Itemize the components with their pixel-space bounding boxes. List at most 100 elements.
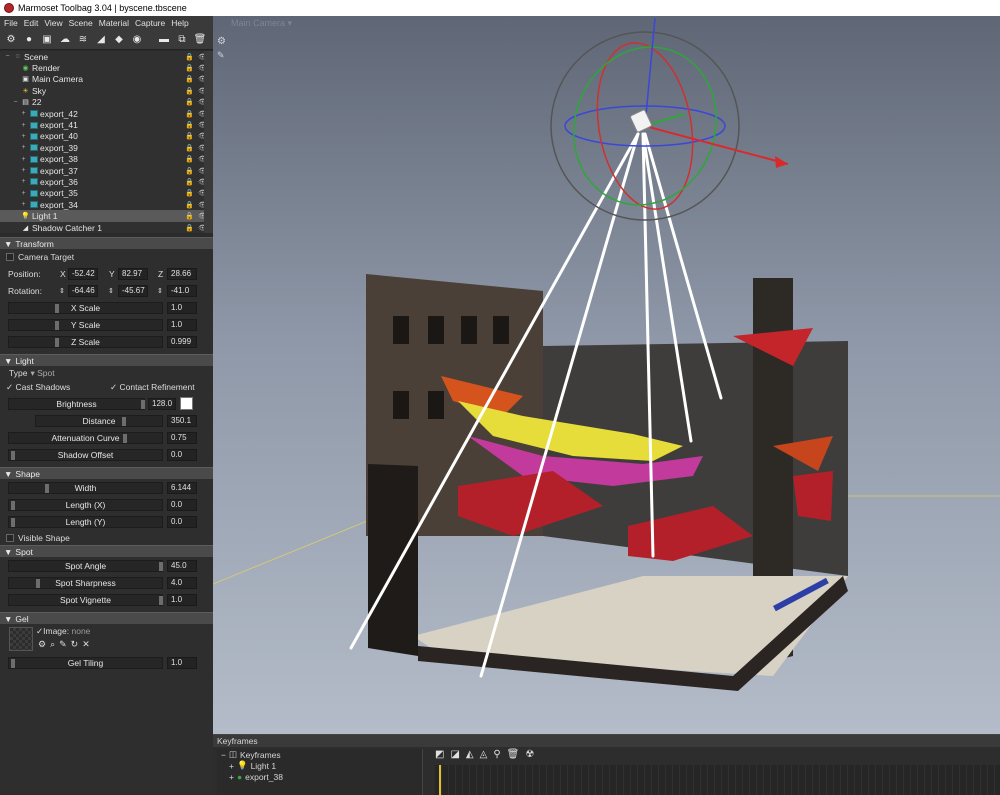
distance-knob[interactable] xyxy=(122,416,126,426)
camera-target-row[interactable]: Camera Target xyxy=(0,249,213,265)
folder-icon[interactable]: ▬ xyxy=(157,33,171,47)
lock-icon[interactable]: 🔒 xyxy=(185,110,194,118)
width-knob[interactable] xyxy=(45,483,49,493)
shadow-offset-slider[interactable]: Shadow Offset xyxy=(8,448,163,461)
spot-angle-value[interactable]: 45.0 xyxy=(167,559,197,572)
outliner-item[interactable]: − ▤ 22 🔒 👁 xyxy=(0,97,213,108)
section-light[interactable]: ▼ Light xyxy=(0,354,213,366)
brightness-value[interactable]: 128.0 xyxy=(148,397,176,410)
distance-slider[interactable]: Distance xyxy=(35,414,163,427)
length-x-knob[interactable] xyxy=(11,500,15,510)
spot-angle-slider[interactable]: Spot Angle xyxy=(8,559,163,572)
z-scale-value[interactable]: 0.999 xyxy=(167,335,197,348)
outliner-scrollbar[interactable] xyxy=(204,51,213,233)
lock-icon[interactable]: 🔒 xyxy=(185,64,194,72)
expand-icon[interactable]: + xyxy=(20,178,27,185)
attenuation-slider[interactable]: Attenuation Curve xyxy=(8,431,163,444)
section-gel[interactable]: ▼ Gel xyxy=(0,612,213,624)
length-y-slider[interactable]: Length (Y) xyxy=(8,515,163,528)
expand-icon[interactable]: + xyxy=(20,156,27,163)
x-scale-knob[interactable] xyxy=(55,303,59,313)
brightness-knob[interactable] xyxy=(141,399,145,409)
section-spot[interactable]: ▼ Spot xyxy=(0,545,213,557)
lock-icon[interactable]: 🔒 xyxy=(185,167,194,175)
rotation-z-field[interactable]: -41.0 xyxy=(167,284,197,297)
outliner-item[interactable]: 💡 Light 1 🔒 👁 xyxy=(0,210,213,222)
length-x-slider[interactable]: Length (X) xyxy=(8,498,163,511)
spot-vignette-slider[interactable]: Spot Vignette xyxy=(8,593,163,606)
viewport-wrench-icon[interactable]: ✎ xyxy=(217,50,225,61)
expand-icon[interactable]: − xyxy=(12,99,19,106)
trash-icon[interactable]: 🗑 xyxy=(507,749,520,760)
spot-sharpness-knob[interactable] xyxy=(36,578,40,588)
lock-icon[interactable]: 🔒 xyxy=(185,201,194,209)
attenuation-knob[interactable] xyxy=(123,433,127,443)
outliner-item[interactable]: + export_41 🔒 👁 xyxy=(0,119,213,130)
expand-icon[interactable]: + xyxy=(20,167,27,174)
expand-icon[interactable]: + xyxy=(20,122,27,129)
y-scale-value[interactable]: 1.0 xyxy=(167,318,197,331)
outliner-item[interactable]: − ◌ Scene 🔒 👁 xyxy=(0,51,213,62)
camera-dropdown[interactable]: Main Camera ▾ xyxy=(231,18,292,29)
lock-icon[interactable]: 🔒 xyxy=(185,189,194,197)
outliner-item[interactable]: + export_39 🔒 👁 xyxy=(0,142,213,153)
viewport-settings-icon[interactable]: ⚙ xyxy=(217,36,226,47)
y-scale-knob[interactable] xyxy=(55,320,59,330)
contact-refinement-checkbox[interactable]: ✓ Contact Refinement xyxy=(110,382,195,393)
wrench-icon[interactable]: ⚲ xyxy=(493,749,500,760)
menu-view[interactable]: View xyxy=(44,18,62,28)
gel-tiling-value[interactable]: 1.0 xyxy=(167,656,197,669)
lock-icon[interactable]: 🔒 xyxy=(185,144,194,152)
gel-thumbnail[interactable] xyxy=(9,627,33,651)
distance-value[interactable]: 350.1 xyxy=(167,414,197,427)
cast-shadows-checkbox[interactable]: ✓ Cast Shadows xyxy=(6,382,70,393)
menu-file[interactable]: File xyxy=(4,18,18,28)
timeline-track[interactable] xyxy=(435,765,1000,795)
outliner-item[interactable]: ◢ Shadow Catcher 1 🔒 👁 xyxy=(0,222,213,233)
keyframe-add-icon[interactable]: ◩ xyxy=(435,749,444,760)
menu-material[interactable]: Material xyxy=(99,18,129,28)
attenuation-value[interactable]: 0.75 xyxy=(167,431,197,444)
outliner-item[interactable]: + export_35 🔒 👁 xyxy=(0,188,213,199)
outliner-item[interactable]: + export_34 🔒 👁 xyxy=(0,199,213,210)
menu-edit[interactable]: Edit xyxy=(24,18,39,28)
width-value[interactable]: 6.144 xyxy=(167,481,197,494)
y-scale-slider[interactable]: Y Scale xyxy=(8,318,163,331)
lock-icon[interactable]: 🔒 xyxy=(185,121,194,129)
expand-icon[interactable]: − xyxy=(4,53,11,60)
camera-target-checkbox[interactable] xyxy=(6,253,14,261)
spot-vignette-knob[interactable] xyxy=(159,595,163,605)
refresh-icon[interactable]: ↻ xyxy=(71,639,79,650)
keyframe-ease-icon[interactable]: ◭ xyxy=(466,749,474,760)
menu-help[interactable]: Help xyxy=(171,18,188,28)
outliner-item[interactable]: ▣ Main Camera 🔒 👁 xyxy=(0,74,213,85)
expand-icon[interactable]: + xyxy=(20,110,27,117)
position-x-field[interactable]: -52.42 xyxy=(68,267,98,280)
lock-icon[interactable]: 🔒 xyxy=(185,75,194,83)
expand-icon[interactable]: + xyxy=(20,190,27,197)
x-scale-slider[interactable]: X Scale xyxy=(8,301,163,314)
position-z-field[interactable]: 28.66 xyxy=(167,267,197,280)
shadow-offset-value[interactable]: 0.0 xyxy=(167,448,197,461)
expand-icon[interactable]: + xyxy=(20,201,27,208)
shadow-icon[interactable]: ◢ xyxy=(94,33,108,47)
spot-vignette-value[interactable]: 1.0 xyxy=(167,593,197,606)
expand-icon[interactable]: + xyxy=(20,133,27,140)
lock-icon[interactable]: 🔒 xyxy=(185,178,194,186)
section-transform[interactable]: ▼ Transform xyxy=(0,237,213,249)
expand-icon[interactable]: + xyxy=(20,144,27,151)
menu-scene[interactable]: Scene xyxy=(69,18,93,28)
position-y-field[interactable]: 82.97 xyxy=(118,267,148,280)
type-dropdown[interactable]: ▾ Spot xyxy=(30,368,54,379)
3d-viewport[interactable]: Main Camera ▾ ⚙ ✎ xyxy=(213,16,1000,734)
rotation-y-spin-icon[interactable]: ⇕ xyxy=(108,287,114,295)
visible-shape-checkbox[interactable] xyxy=(6,533,14,542)
gear-icon[interactable]: ⚙ xyxy=(4,33,18,47)
sphere-icon[interactable]: ◉ xyxy=(130,33,144,47)
timeline-cursor[interactable] xyxy=(439,765,441,795)
lock-icon[interactable]: 🔒 xyxy=(185,98,194,106)
keyframes-root[interactable]: − ◫ Keyframes xyxy=(217,749,422,760)
lock-icon[interactable]: 🔒 xyxy=(185,53,194,61)
gel-tiling-slider[interactable]: Gel Tiling xyxy=(8,656,163,669)
menu-capture[interactable]: Capture xyxy=(135,18,165,28)
